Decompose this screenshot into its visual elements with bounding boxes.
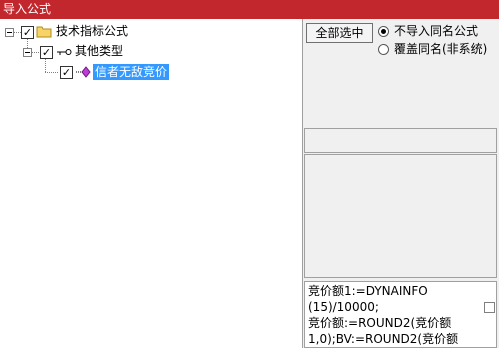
formula-line: (15)/10000; xyxy=(308,300,379,314)
tree-root-label: 技术指标公式 xyxy=(56,24,129,38)
formula-tree[interactable]: ✓ 技术指标公式 ✓ 其他类型 ✓ 信者无敌竞价 xyxy=(0,19,303,348)
formula-preview[interactable]: 竞价额1:=DYNAINFO (15)/10000; 竞价额:=ROUND2(竞… xyxy=(304,281,497,348)
formula-line: 竞价额:=ROUND2(竞价额 xyxy=(308,316,452,330)
child-checkbox[interactable]: ✓ xyxy=(40,46,53,59)
select-all-button[interactable]: 全部选中 xyxy=(306,23,373,43)
tree-connector xyxy=(45,72,58,73)
formula-name-field xyxy=(304,128,497,153)
folder-icon xyxy=(36,26,52,38)
preview-checkbox[interactable] xyxy=(484,302,495,313)
tree-leaf-label[interactable]: 信者无敌竞价 xyxy=(93,64,170,80)
leaf-checkbox[interactable]: ✓ xyxy=(60,66,73,79)
overwrite-duplicate-radio[interactable] xyxy=(378,44,389,55)
tree-connector xyxy=(32,52,39,53)
skip-duplicate-radio[interactable] xyxy=(378,26,389,37)
formula-line: 竞价额1:=DYNAINFO xyxy=(308,284,428,298)
overwrite-duplicate-label[interactable]: 覆盖同名(非系统) xyxy=(394,42,487,56)
collapse-child-icon[interactable] xyxy=(23,48,32,57)
import-options-panel: 全部选中 不导入同名公式 覆盖同名(非系统) 竞价额1:=DYNAINFO (1… xyxy=(303,19,499,348)
formula-line: 1,0);BV:=ROUND2(竞价额 xyxy=(308,332,459,346)
skip-duplicate-label[interactable]: 不导入同名公式 xyxy=(394,24,478,38)
tree-connector xyxy=(45,59,46,72)
root-checkbox[interactable]: ✓ xyxy=(21,26,34,39)
formula-diamond-icon xyxy=(76,66,91,78)
title-bar: 导入公式 xyxy=(0,0,499,19)
collapse-root-icon[interactable] xyxy=(5,28,14,37)
window-title: 导入公式 xyxy=(3,2,52,16)
tree-connector xyxy=(14,32,21,33)
key-icon xyxy=(57,49,72,55)
formula-description-box xyxy=(304,154,497,278)
tree-child-label: 其他类型 xyxy=(75,44,124,58)
